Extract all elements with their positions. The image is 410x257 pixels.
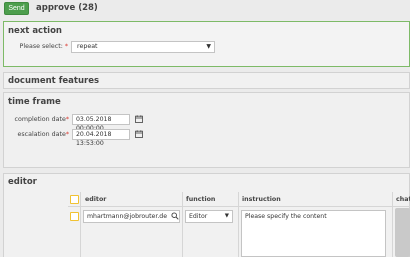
grid-header-divider <box>68 206 410 207</box>
column-header-function: function <box>186 196 216 203</box>
time-frame-section: time frame completion date* 03.05.2018 0… <box>3 92 410 168</box>
row-checkbox[interactable] <box>70 212 79 221</box>
editor-value: mhartmann@jobrouter.de <box>87 213 168 220</box>
column-header-editor: editor <box>85 196 107 203</box>
time-frame-heading: time frame <box>8 97 61 107</box>
calendar-icon[interactable] <box>135 130 143 138</box>
instruction-textarea[interactable]: Please specify the content <box>241 210 386 257</box>
grid-divider <box>392 192 393 257</box>
completion-date-input[interactable]: 03.05.2018 00:00:00 <box>72 114 130 132</box>
next-action-heading: next action <box>8 26 62 36</box>
chevron-down-icon: ▼ <box>224 213 229 219</box>
document-features-section[interactable]: document features <box>3 72 410 89</box>
chevron-down-icon: ▼ <box>206 43 211 50</box>
function-value: Editor <box>189 213 208 220</box>
document-features-heading: document features <box>8 76 100 86</box>
next-action-section: next action Please select: * repeat ▼ <box>3 21 410 67</box>
next-action-select-value: repeat <box>77 43 98 50</box>
grid-divider <box>238 192 239 257</box>
column-header-instruction: instruction <box>242 196 281 203</box>
step-title: approve (28) <box>36 3 98 13</box>
send-button[interactable]: Send <box>4 2 29 15</box>
select-all-checkbox[interactable] <box>70 195 79 204</box>
search-icon[interactable] <box>171 212 179 220</box>
grid-divider <box>182 192 183 257</box>
escalation-date-input[interactable]: 20.04.2018 13:53:00 <box>72 129 130 147</box>
instruction-value: Please specify the content <box>245 213 327 220</box>
editor-heading: editor <box>8 177 37 187</box>
column-header-chat: chat <box>396 196 410 203</box>
function-select[interactable]: Editor ▼ <box>185 210 233 223</box>
next-action-select[interactable]: repeat ▼ <box>71 41 215 53</box>
escalation-date-label: escalation date* <box>17 131 69 138</box>
top-bar: Send approve (28) <box>0 0 410 18</box>
please-select-label: Please select: * <box>19 43 68 50</box>
chat-button[interactable] <box>395 208 410 257</box>
editor-input[interactable]: mhartmann@jobrouter.de <box>83 210 180 223</box>
grid-divider <box>80 192 81 257</box>
calendar-icon[interactable] <box>135 115 143 123</box>
escalation-date-value: 20.04.2018 13:53:00 <box>76 131 112 147</box>
completion-date-label: completion date* <box>14 116 70 123</box>
